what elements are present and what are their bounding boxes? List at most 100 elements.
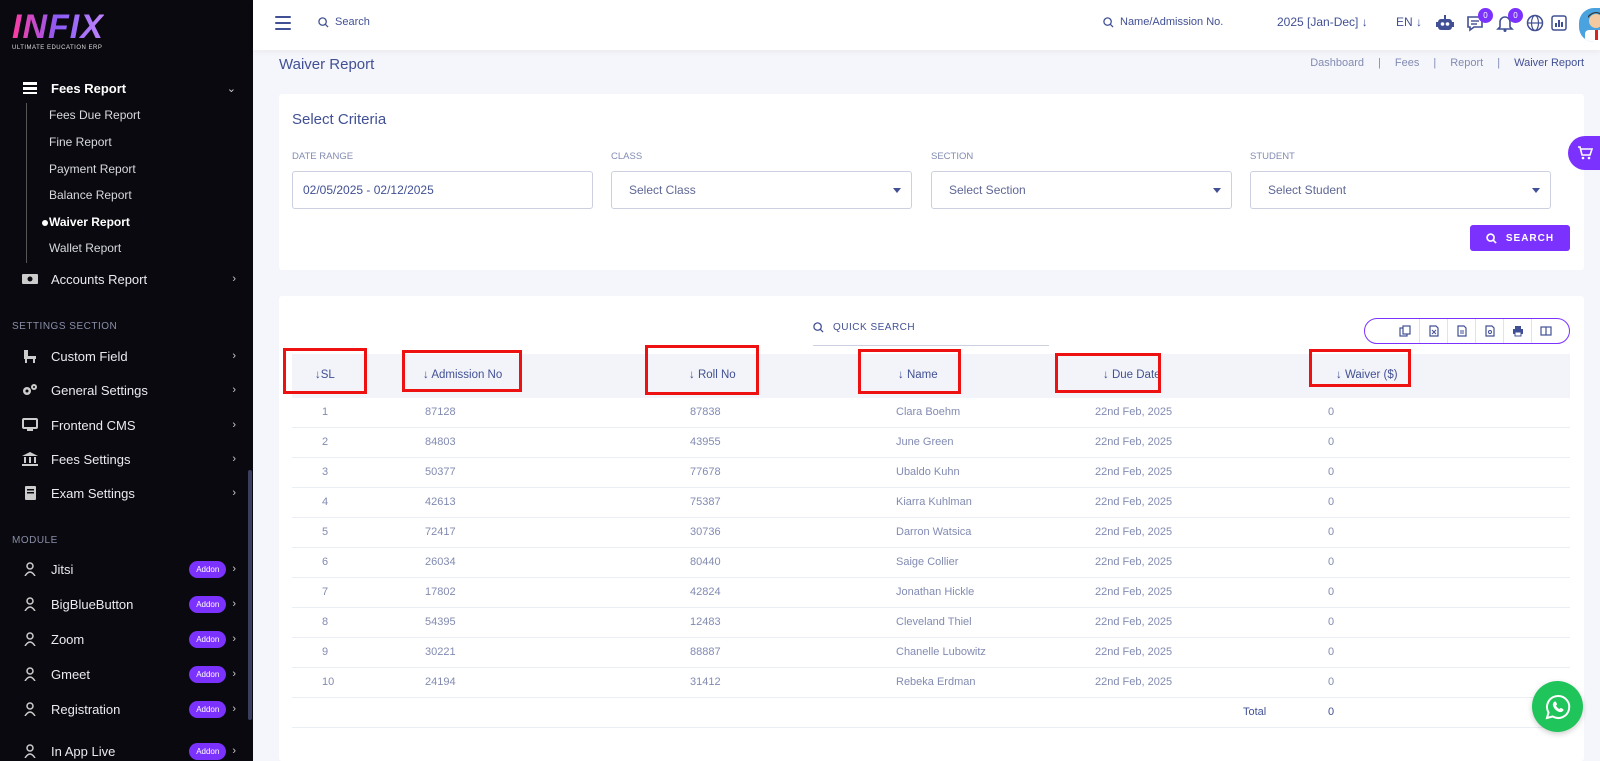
sidebar-item-gmeet[interactable]: Gmeet Addon › <box>22 664 236 684</box>
copy-button[interactable] <box>1391 319 1419 343</box>
submenu-item-fees-due-report[interactable]: Fees Due Report <box>49 108 140 122</box>
sidebar-item-frontend-cms[interactable]: Frontend CMS › <box>22 415 236 435</box>
user-icon <box>24 744 36 758</box>
top-search-input[interactable]: Search <box>318 16 370 28</box>
chevron-right-icon: › <box>232 419 236 431</box>
globe-icon[interactable] <box>1525 13 1545 33</box>
floating-cart-button[interactable] <box>1568 136 1600 170</box>
sidebar-item-label: Fees Report <box>51 80 127 96</box>
robot-icon[interactable] <box>1435 13 1455 33</box>
user-icon <box>24 702 36 716</box>
table-row[interactable]: 4 42613 75387 Kiarra Kuhlman 22nd Feb, 2025 0 <box>292 488 1570 518</box>
total-label: Total <box>1243 706 1267 718</box>
academic-year-select[interactable]: 2025 [Jan-Dec] ↓ <box>1277 15 1368 29</box>
submenu-item-wallet-report[interactable]: Wallet Report <box>49 241 121 255</box>
sidebar-item-bigbluebutton[interactable]: BigBlueButton Addon › <box>22 594 236 614</box>
table-row[interactable]: 7 17802 42824 Jonathan Hickle 22nd Feb, 2025… <box>292 578 1570 608</box>
highlight-box-due-date <box>1055 353 1161 393</box>
date-range-input[interactable]: 02/05/2025 - 02/12/2025 <box>292 171 593 209</box>
sidebar-item-exam-settings[interactable]: Exam Settings › <box>22 483 236 503</box>
sidebar-item-in-app-live[interactable]: In App Live Addon › <box>22 741 236 761</box>
addon-badge: Addon <box>189 630 227 648</box>
quick-search-input[interactable]: QUICK SEARCH <box>813 322 1049 346</box>
whatsapp-chat-button[interactable] <box>1532 681 1583 732</box>
sidebar-item-fees-settings[interactable]: Fees Settings › <box>22 449 236 469</box>
chevron-right-icon: › <box>232 703 236 715</box>
avatar[interactable] <box>1579 8 1600 42</box>
language-select[interactable]: EN ↓ <box>1396 15 1422 29</box>
table-row[interactable]: 9 30221 88887 Chanelle Lubowitz 22nd Feb, 20… <box>292 638 1570 668</box>
sidebar-item-label: Exam Settings <box>51 485 135 501</box>
column-visibility-button[interactable] <box>1531 319 1559 343</box>
printer-icon <box>1512 326 1523 337</box>
sidebar-item-registration[interactable]: Registration Addon › <box>22 699 236 719</box>
breadcrumb-dashboard[interactable]: Dashboard <box>1310 57 1364 69</box>
print-button[interactable] <box>1503 319 1531 343</box>
sidebar-item-label: Jitsi <box>51 561 74 577</box>
addon-badge: Addon <box>189 742 227 760</box>
logo[interactable]: INFIX ULTIMATE EDUCATION ERP <box>12 10 104 51</box>
student-label: STUDENT <box>1250 151 1295 162</box>
table-row[interactable]: 2 84803 43955 June Green 22nd Feb, 2025 0 <box>292 428 1570 458</box>
highlight-box-roll-no <box>645 345 759 395</box>
class-select[interactable]: Select Class <box>611 171 912 209</box>
sidebar-item-accounts-report[interactable]: Accounts Report › <box>22 269 236 289</box>
student-select[interactable]: Select Student <box>1250 171 1551 209</box>
hamburger-menu-icon[interactable] <box>275 16 291 30</box>
breadcrumb: Dashboard | Fees | Report | Waiver Repor… <box>1310 57 1584 69</box>
chevron-right-icon: › <box>232 598 236 610</box>
student-select-value: Select Student <box>1268 183 1347 197</box>
excel-button[interactable] <box>1419 319 1447 343</box>
section-select-value: Select Section <box>949 183 1026 197</box>
search-icon <box>1486 232 1497 244</box>
search-button[interactable]: SEARCH <box>1470 225 1570 251</box>
caret-down-icon <box>1213 187 1221 193</box>
sidebar-item-custom-field[interactable]: Custom Field › <box>22 346 236 366</box>
sidebar-scrollbar[interactable] <box>248 470 252 720</box>
table-row[interactable]: 8 54395 12483 Cleveland Thiel 22nd Feb, 2025… <box>292 608 1570 638</box>
chevron-down-icon: ⌄ <box>226 82 236 95</box>
table-row[interactable]: 10 24194 31412 Rebeka Erdman 22nd Feb, 2025 0 <box>292 668 1570 698</box>
bell-icon[interactable]: 0 <box>1495 8 1523 33</box>
table-row[interactable]: 3 50377 77678 Ubaldo Kuhn 22nd Feb, 2025 0 <box>292 458 1570 488</box>
submenu-item-fine-report[interactable]: Fine Report <box>49 135 112 149</box>
sidebar-item-fees-report[interactable]: Fees Report ⌄ <box>22 78 236 98</box>
table-row[interactable]: 5 72417 30736 Darron Watsica 22nd Feb, 2025 0 <box>292 518 1570 548</box>
logo-text: INFIX <box>12 8 104 46</box>
monitor-icon <box>22 418 38 431</box>
chevron-right-icon: › <box>232 487 236 499</box>
highlight-box-sl <box>283 348 367 394</box>
submenu-item-payment-report[interactable]: Payment Report <box>49 162 136 176</box>
section-select[interactable]: Select Section <box>931 171 1232 209</box>
sidebar-item-general-settings[interactable]: General Settings › <box>22 380 236 400</box>
chat-icon[interactable]: 0 <box>1465 8 1493 33</box>
sidebar: INFIX ULTIMATE EDUCATION ERP Fees Report… <box>0 0 253 761</box>
name-admission-search-input[interactable]: Name/Admission No. <box>1103 16 1223 28</box>
breadcrumb-separator: | <box>1433 57 1437 69</box>
table-row[interactable]: 1 87128 87838 Clara Boehm 22nd Feb, 2025 0 <box>292 398 1570 428</box>
bank-icon <box>22 452 38 466</box>
sidebar-item-label: Frontend CMS <box>51 417 136 433</box>
sidebar-item-jitsi[interactable]: Jitsi Addon › <box>22 559 236 579</box>
quick-search-placeholder: QUICK SEARCH <box>833 322 916 333</box>
table-row[interactable]: 6 26034 80440 Saige Collier 22nd Feb, 2025 0 <box>292 548 1570 578</box>
excel-file-icon <box>1428 325 1439 337</box>
sidebar-item-label: Zoom <box>51 631 85 647</box>
chart-icon[interactable] <box>1549 13 1569 33</box>
table-header: ↓SL ↓ Admission No ↓ Roll No ↓ Name ↓ Du… <box>283 345 1570 398</box>
submenu-item-balance-report[interactable]: Balance Report <box>49 188 132 202</box>
pdf-button[interactable] <box>1475 319 1503 343</box>
list-icon <box>23 82 37 94</box>
breadcrumb-fees[interactable]: Fees <box>1395 57 1419 69</box>
sidebar-item-zoom[interactable]: Zoom Addon › <box>22 629 236 649</box>
csv-button[interactable] <box>1447 319 1475 343</box>
module-section-title: MODULE <box>12 535 58 546</box>
breadcrumb-report[interactable]: Report <box>1450 57 1483 69</box>
fees-report-submenu: Fees Due Report Fine Report Payment Repo… <box>26 103 226 263</box>
table-total-row: Total 0 <box>292 698 1570 728</box>
user-icon <box>24 667 36 681</box>
arrow-down-icon: ↓ <box>1361 15 1368 29</box>
submenu-item-waiver-report[interactable]: Waiver Report <box>42 215 130 229</box>
chair-icon <box>24 350 36 363</box>
sidebar-item-label: In App Live <box>51 743 116 759</box>
